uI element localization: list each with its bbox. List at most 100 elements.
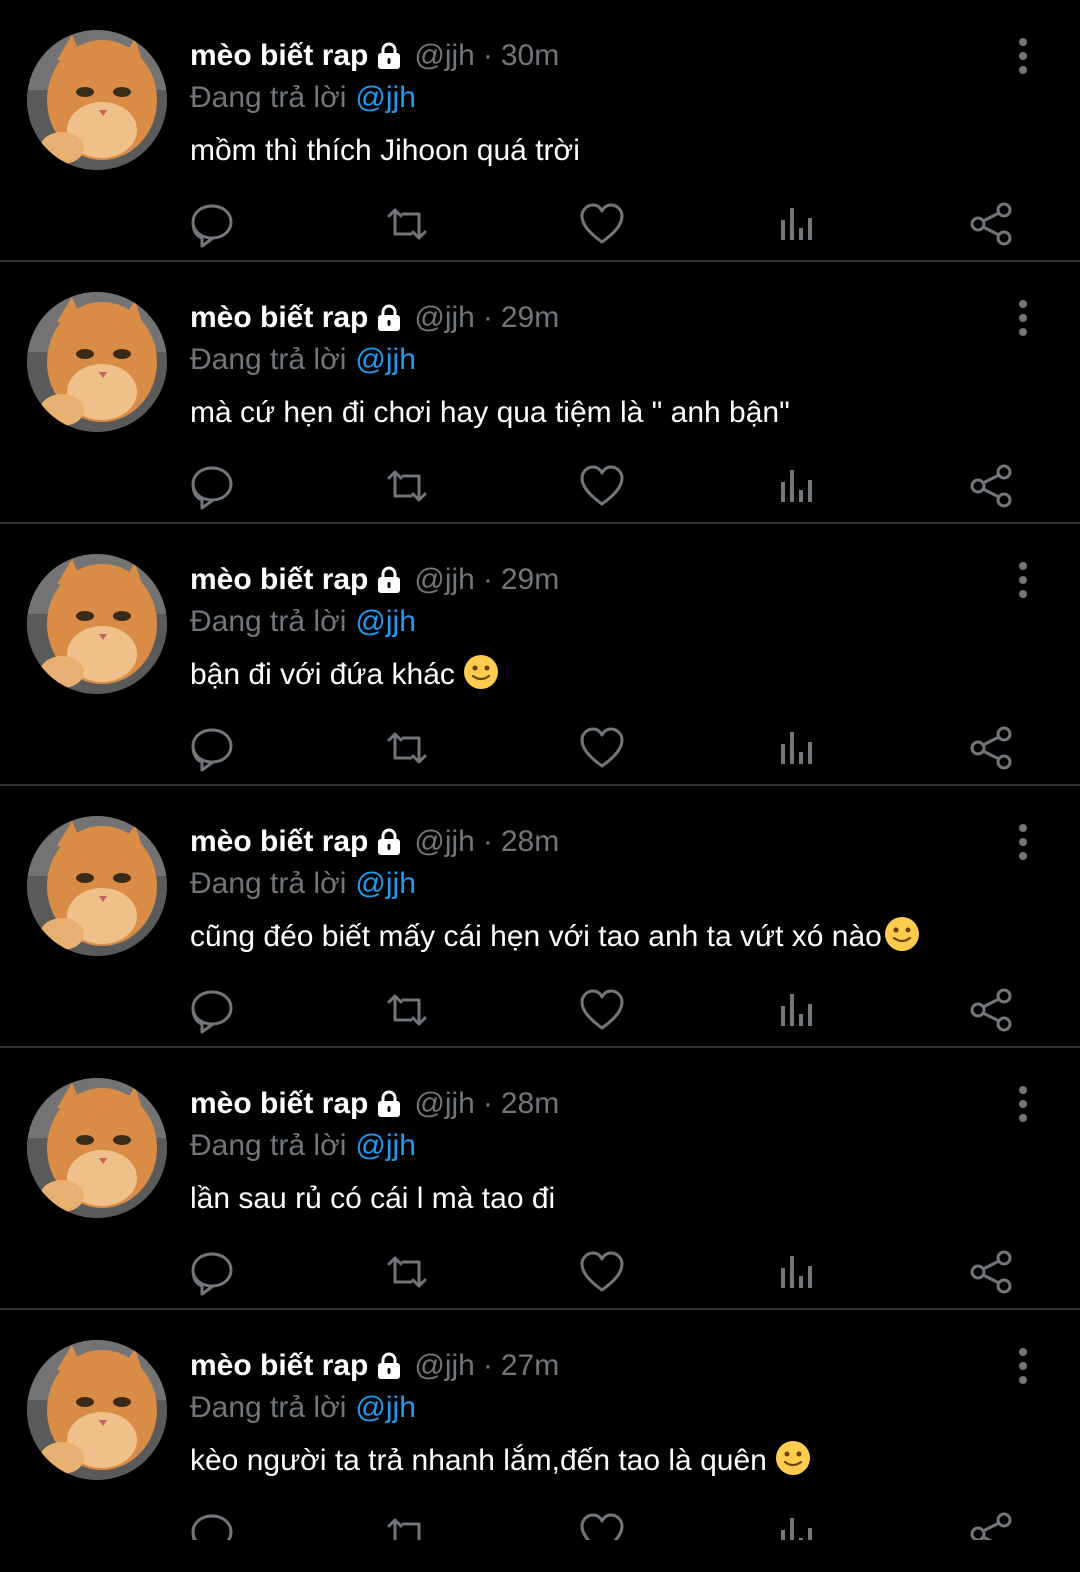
tweet-text-body: cũng đéo biết mấy cái hẹn với tao anh ta… bbox=[190, 920, 882, 953]
reply-icon[interactable] bbox=[188, 1248, 236, 1296]
reply-mention-link[interactable]: @jjh bbox=[355, 1129, 415, 1163]
more-vertical-icon[interactable] bbox=[1005, 822, 1041, 862]
replying-to: Đang trả lời @jjh bbox=[190, 1126, 416, 1166]
timestamp[interactable]: 30m bbox=[501, 39, 559, 73]
display-name[interactable]: mèo biết rap bbox=[190, 563, 368, 597]
action-bar bbox=[0, 200, 1080, 252]
reply-prefix: Đang trả lời bbox=[190, 1391, 347, 1424]
lock-icon bbox=[374, 303, 404, 333]
avatar[interactable] bbox=[27, 1340, 167, 1480]
reply-icon[interactable] bbox=[188, 462, 236, 510]
retweet-icon[interactable] bbox=[383, 462, 431, 510]
reply-prefix: Đang trả lời bbox=[190, 867, 347, 900]
avatar[interactable] bbox=[27, 554, 167, 694]
tweet-header: mèo biết rap @jjh · 27m bbox=[190, 1346, 559, 1386]
more-vertical-icon[interactable] bbox=[1005, 1346, 1041, 1386]
tweet[interactable]: mèo biết rap @jjh · 29m Đang trả lời @jj… bbox=[0, 262, 1080, 524]
display-name[interactable]: mèo biết rap bbox=[190, 1087, 368, 1121]
share-icon[interactable] bbox=[968, 1510, 1016, 1540]
tweet-text: bận đi với đứa khác bbox=[190, 654, 499, 696]
replying-to: Đang trả lời @jjh bbox=[190, 78, 416, 118]
heart-icon[interactable] bbox=[578, 1510, 626, 1540]
reply-mention-link[interactable]: @jjh bbox=[355, 81, 415, 115]
reply-icon[interactable] bbox=[188, 1510, 236, 1540]
tweet-text: cũng đéo biết mấy cái hẹn với tao anh ta… bbox=[190, 916, 920, 958]
reply-mention-link[interactable]: @jjh bbox=[355, 867, 415, 901]
display-name[interactable]: mèo biết rap bbox=[190, 301, 368, 335]
reply-icon[interactable] bbox=[188, 200, 236, 248]
display-name[interactable]: mèo biết rap bbox=[190, 1349, 368, 1383]
reply-mention-link[interactable]: @jjh bbox=[355, 343, 415, 377]
lock-icon bbox=[374, 41, 404, 71]
retweet-icon[interactable] bbox=[383, 200, 431, 248]
heart-icon[interactable] bbox=[578, 462, 626, 510]
share-icon[interactable] bbox=[968, 724, 1016, 772]
share-icon[interactable] bbox=[968, 462, 1016, 510]
timestamp[interactable]: 29m bbox=[501, 563, 559, 597]
views-icon[interactable] bbox=[773, 200, 821, 248]
heart-icon[interactable] bbox=[578, 1248, 626, 1296]
retweet-icon[interactable] bbox=[383, 724, 431, 772]
handle[interactable]: @jjh bbox=[414, 1087, 474, 1121]
tweet[interactable]: mèo biết rap @jjh · 30m Đang trả lời @jj… bbox=[0, 0, 1080, 262]
reply-prefix: Đang trả lời bbox=[190, 343, 347, 376]
tweet[interactable]: mèo biết rap @jjh · 27m Đang trả lời @jj… bbox=[0, 1310, 1080, 1572]
tweet[interactable]: mèo biết rap @jjh · 28m Đang trả lời @jj… bbox=[0, 786, 1080, 1048]
more-vertical-icon[interactable] bbox=[1005, 1084, 1041, 1124]
heart-icon[interactable] bbox=[578, 724, 626, 772]
more-vertical-icon[interactable] bbox=[1005, 298, 1041, 338]
tweet-text: lần sau rủ có cái l mà tao đi bbox=[190, 1178, 555, 1220]
tweet-header: mèo biết rap @jjh · 29m bbox=[190, 298, 559, 338]
separator: · bbox=[482, 825, 493, 858]
replying-to: Đang trả lời @jjh bbox=[190, 340, 416, 380]
replying-to: Đang trả lời @jjh bbox=[190, 864, 416, 904]
handle[interactable]: @jjh bbox=[414, 39, 474, 73]
retweet-icon[interactable] bbox=[383, 986, 431, 1034]
tweet-header: mèo biết rap @jjh · 28m bbox=[190, 1084, 559, 1124]
handle[interactable]: @jjh bbox=[414, 1349, 474, 1383]
reply-icon[interactable] bbox=[188, 724, 236, 772]
retweet-icon[interactable] bbox=[383, 1248, 431, 1296]
heart-icon[interactable] bbox=[578, 200, 626, 248]
views-icon[interactable] bbox=[773, 724, 821, 772]
timestamp[interactable]: 28m bbox=[501, 825, 559, 859]
more-vertical-icon[interactable] bbox=[1005, 36, 1041, 76]
handle[interactable]: @jjh bbox=[414, 301, 474, 335]
reply-mention-link[interactable]: @jjh bbox=[355, 605, 415, 639]
views-icon[interactable] bbox=[773, 1248, 821, 1296]
timestamp[interactable]: 27m bbox=[501, 1349, 559, 1383]
share-icon[interactable] bbox=[968, 986, 1016, 1034]
avatar[interactable] bbox=[27, 292, 167, 432]
replying-to: Đang trả lời @jjh bbox=[190, 1388, 416, 1428]
tweet-text: kèo người ta trả nhanh lắm,đến tao là qu… bbox=[190, 1440, 811, 1482]
more-vertical-icon[interactable] bbox=[1005, 560, 1041, 600]
tweet-text: mà cứ hẹn đi chơi hay qua tiệm là " anh … bbox=[190, 392, 790, 434]
tweet[interactable]: mèo biết rap @jjh · 28m Đang trả lời @jj… bbox=[0, 1048, 1080, 1310]
heart-icon[interactable] bbox=[578, 986, 626, 1034]
reply-icon[interactable] bbox=[188, 986, 236, 1034]
reply-thread-feed: mèo biết rap @jjh · 30m Đang trả lời @jj… bbox=[0, 0, 1080, 1572]
timestamp[interactable]: 29m bbox=[501, 301, 559, 335]
reply-mention-link[interactable]: @jjh bbox=[355, 1391, 415, 1425]
replying-to: Đang trả lời @jjh bbox=[190, 602, 416, 642]
avatar[interactable] bbox=[27, 1078, 167, 1218]
handle[interactable]: @jjh bbox=[414, 563, 474, 597]
handle[interactable]: @jjh bbox=[414, 825, 474, 859]
retweet-icon[interactable] bbox=[383, 1510, 431, 1540]
views-icon[interactable] bbox=[773, 986, 821, 1034]
views-icon[interactable] bbox=[773, 462, 821, 510]
timestamp[interactable]: 28m bbox=[501, 1087, 559, 1121]
share-icon[interactable] bbox=[968, 1248, 1016, 1296]
display-name[interactable]: mèo biết rap bbox=[190, 825, 368, 859]
avatar[interactable] bbox=[27, 30, 167, 170]
views-icon[interactable] bbox=[773, 1510, 821, 1540]
action-bar bbox=[0, 1248, 1080, 1300]
display-name[interactable]: mèo biết rap bbox=[190, 39, 368, 73]
tweet-text-body: bận đi với đứa khác bbox=[190, 658, 455, 691]
tweet[interactable]: mèo biết rap @jjh · 29m Đang trả lời @jj… bbox=[0, 524, 1080, 786]
share-icon[interactable] bbox=[968, 200, 1016, 248]
action-bar bbox=[0, 986, 1080, 1038]
separator: · bbox=[482, 301, 493, 334]
tweet-text-body: lần sau rủ có cái l mà tao đi bbox=[190, 1182, 556, 1215]
avatar[interactable] bbox=[27, 816, 167, 956]
